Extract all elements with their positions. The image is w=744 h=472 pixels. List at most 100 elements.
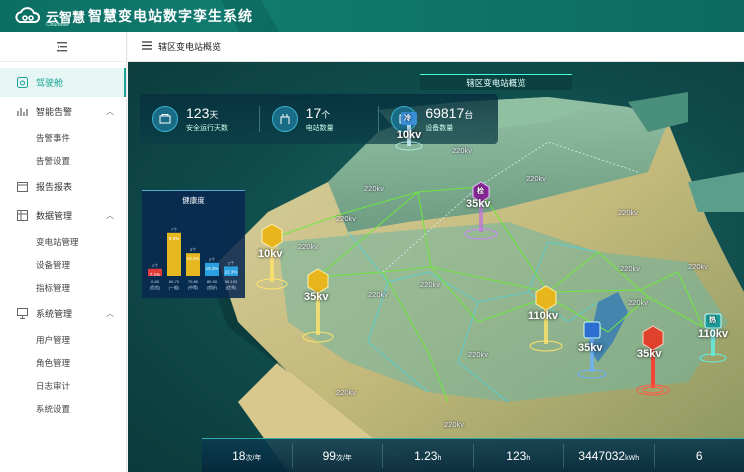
health-bar-label: (危险)	[150, 284, 161, 290]
monitor-icon	[16, 308, 28, 320]
bottom-stats-panel: 18次/年 99次/年 1.23h 123h 3447032kWh 6	[202, 438, 744, 472]
stat-value: 17	[305, 105, 322, 121]
sidebar-subitem-system-settings[interactable]: 系统设置	[0, 397, 126, 420]
health-bar-label: 0-60	[151, 279, 160, 284]
station-voltage-label: 35kv	[578, 342, 603, 354]
stat-unit: 天	[209, 110, 219, 120]
sidebar-item-data[interactable]: 数据管理 ︿	[0, 201, 126, 230]
sidebar-item-label: 报告报表	[36, 182, 73, 192]
chart-icon	[16, 106, 28, 118]
dashboard-icon	[16, 77, 28, 89]
health-bar-label: (优秀)	[226, 284, 237, 290]
substation-label[interactable]: 220kv	[336, 388, 356, 397]
station-marker-normal[interactable]: 10kv	[256, 222, 288, 299]
substation-label[interactable]: 220kv	[444, 420, 464, 429]
station-badge: 冷	[404, 115, 411, 122]
sidebar-item-cockpit[interactable]: 驾驶舱	[0, 68, 126, 97]
sidebar-collapse-toggle[interactable]	[0, 32, 126, 62]
substation-label[interactable]: 220kv	[336, 214, 356, 223]
summary-stats-panel: 123天 安全运行天数 17个 电站数量 69817台 设备数量	[140, 94, 498, 144]
health-bar-label: 80-90	[207, 279, 218, 284]
stat-unit: 次/年	[335, 454, 352, 462]
sidebar-item-label: 系统管理	[36, 309, 73, 319]
health-bar-value: 9.3%	[169, 236, 179, 241]
sidebar-item-alarm[interactable]: 智能告警 ︿	[0, 97, 126, 126]
substation-label[interactable]: 220kv	[628, 298, 648, 307]
bottom-stat: 1.23h	[383, 443, 474, 468]
station-voltage-label: 35kv	[466, 198, 491, 210]
stat-label: 电站数量	[305, 125, 334, 132]
cloud-logo-icon	[15, 7, 41, 23]
substation-label[interactable]: 220kv	[420, 280, 440, 289]
station-marker-cold[interactable]: 冷 10kv	[394, 110, 424, 151]
station-marker-normal[interactable]: 35kv	[302, 267, 334, 352]
station-marker-heat[interactable]: 热 110kv	[698, 312, 728, 373]
sidebar-subitem-device-mgmt[interactable]: 设备管理	[0, 253, 126, 276]
stat-value: 123	[186, 105, 210, 121]
bottom-stat: 3447032kWh	[564, 443, 655, 468]
station-badge: 检	[477, 188, 484, 195]
bottom-stat: 18次/年	[202, 443, 293, 468]
stat-unit: 次/年	[245, 454, 262, 462]
health-panel: 健康度 7.1% 1个 0-60 (危险) 9.3% 7个 60-70 (一般) 10.2% 3个…	[142, 190, 245, 298]
calendar-icon	[16, 181, 28, 193]
health-bar-value: 22.3%	[225, 269, 238, 274]
substation-label[interactable]: 220kv	[468, 350, 488, 359]
station-voltage-label: 10kv	[396, 129, 422, 141]
health-bar-label: 90-100	[225, 279, 238, 284]
health-bar-count: 7个	[171, 227, 177, 232]
bottom-stat: 123h	[474, 443, 564, 468]
station-voltage-label: 110kv	[698, 328, 728, 340]
sidebar-subitem-log-audit[interactable]: 日志审计	[0, 374, 126, 397]
health-bar-label: 70-80	[188, 279, 199, 284]
stat-unit: h	[526, 454, 531, 462]
stat-value: 99	[322, 448, 336, 463]
substation-label[interactable]: 220kv	[364, 184, 384, 193]
health-bar-value: 7.1%	[150, 272, 160, 277]
stat-unit: 个	[321, 110, 331, 120]
stat-label: 设备数量	[425, 125, 454, 132]
substation-label[interactable]: 220kv	[298, 242, 318, 251]
sidebar-subitem-alarm-settings[interactable]: 告警设置	[0, 149, 126, 172]
sidebar-item-label: 驾驶舱	[36, 78, 64, 88]
stat-value: 3447032	[578, 448, 626, 463]
logo-subtext: Cloudwise	[46, 22, 70, 28]
station-voltage-label: 35kv	[304, 291, 329, 303]
breadcrumb: 辖区变电站概览	[128, 32, 744, 62]
sidebar-item-reports[interactable]: 报告报表	[0, 172, 126, 201]
station-voltage-label: 110kv	[528, 310, 558, 322]
health-title: 健康度	[182, 196, 205, 205]
sidebar-subitem-substation-mgmt[interactable]: 变电站管理	[0, 230, 126, 253]
stat-station-count: 17个 电站数量	[271, 105, 379, 133]
table-icon	[16, 210, 28, 222]
stat-value: 18	[232, 448, 246, 463]
substation-label[interactable]: 220kv	[688, 262, 708, 271]
sidebar-subitem-user-mgmt[interactable]: 用户管理	[0, 328, 126, 351]
substation-label[interactable]: 220kv	[452, 146, 472, 155]
station-marker-inspect[interactable]: 检 35kv	[463, 180, 499, 247]
substation-label[interactable]: 220kv	[618, 208, 638, 217]
health-bar-count: 3个	[190, 247, 196, 252]
stat-unit: 台	[464, 110, 474, 120]
sidebar-item-label: 智能告警	[36, 107, 73, 117]
health-bar-chart: 7.1% 1个 0-60(危险) 9.3% 7个 60-70(一般) 10.2% 3个 70-8…	[148, 227, 238, 290]
sidebar-subitem-alarm-events[interactable]: 告警事件	[0, 126, 126, 149]
stat-value: 6	[695, 448, 703, 463]
hexagon-station-icon	[302, 268, 334, 343]
substation-label[interactable]: 220kv	[526, 174, 546, 183]
station-marker-normal[interactable]: 110kv	[528, 284, 564, 361]
stat-unit: kWh	[625, 454, 640, 462]
sidebar-subitem-role-mgmt[interactable]: 角色管理	[0, 351, 126, 374]
substation-label[interactable]: 220kv	[368, 290, 388, 299]
list-icon	[142, 41, 152, 52]
station-marker-alarm[interactable]: 35kv	[636, 324, 670, 405]
station-marker-blue[interactable]: 35kv	[576, 320, 608, 389]
sidebar-item-system[interactable]: 系统管理 ︿	[0, 299, 126, 328]
sidebar-subitem-metric-mgmt[interactable]: 指标管理	[0, 276, 126, 299]
menu-fold-icon	[57, 41, 67, 51]
bottom-stat: 99次/年	[293, 443, 383, 468]
sidebar-item-label: 数据管理	[36, 211, 73, 221]
health-bar-label: 60-70	[169, 279, 180, 284]
map-view[interactable]: 辖区变电站概览 123天 安全运行天数 17个 电站数量 69817台 设备数量…	[128, 62, 744, 472]
substation-label[interactable]: 220kv	[620, 264, 640, 273]
